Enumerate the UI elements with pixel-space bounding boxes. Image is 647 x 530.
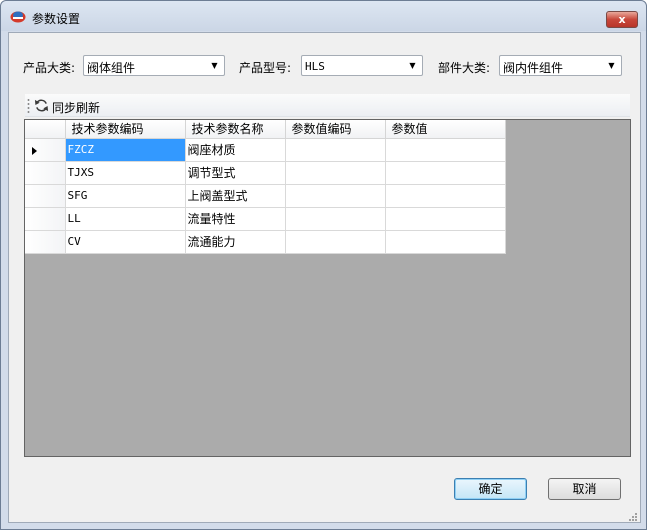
sync-refresh-button[interactable]: 同步刷新 xyxy=(34,96,106,115)
cell-value[interactable] xyxy=(385,184,506,208)
category-label: 产品大类: xyxy=(23,61,76,75)
cell-param-name[interactable]: 流通能力 xyxy=(185,230,286,254)
cell-value-code[interactable] xyxy=(285,184,386,208)
cell-value[interactable] xyxy=(385,138,506,162)
chevron-down-icon[interactable]: ▼ xyxy=(406,59,419,72)
parameter-grid[interactable]: 技术参数编码 技术参数名称 参数值编码 参数值 FZCZ 阀座材质 TJXS 调… xyxy=(24,119,631,457)
grid-corner-header[interactable] xyxy=(25,120,66,139)
model-select-value: HLS xyxy=(305,60,325,73)
cell-param-code[interactable]: FZCZ xyxy=(65,138,186,162)
table-row[interactable]: LL 流量特性 xyxy=(25,207,506,231)
title-bar[interactable]: 参数设置 x xyxy=(1,1,646,31)
app-logo-icon xyxy=(10,11,26,23)
table-header-row: 技术参数编码 技术参数名称 参数值编码 参数值 xyxy=(25,120,506,139)
current-row-arrow-icon xyxy=(32,146,37,155)
row-header[interactable] xyxy=(25,161,66,185)
cell-param-code[interactable]: TJXS xyxy=(65,161,186,185)
cell-param-name[interactable]: 阀座材质 xyxy=(185,138,286,162)
cell-value-code[interactable] xyxy=(285,138,386,162)
window-title: 参数设置 xyxy=(32,12,81,26)
table-row[interactable]: SFG 上阀盖型式 xyxy=(25,184,506,208)
dialog-client-area: 产品大类: 阀体组件 ▼ 产品型号: HLS ▼ 部件大类: 阀内件组件 ▼ 同… xyxy=(8,32,641,523)
cancel-button[interactable]: 取消 xyxy=(548,478,621,500)
close-button[interactable]: x xyxy=(606,11,638,28)
cell-param-code[interactable]: CV xyxy=(65,230,186,254)
cell-param-code[interactable]: LL xyxy=(65,207,186,231)
category-select-value: 阀体组件 xyxy=(87,61,136,75)
close-icon: x xyxy=(618,13,626,26)
cell-value[interactable] xyxy=(385,161,506,185)
cell-param-name[interactable]: 上阀盖型式 xyxy=(185,184,286,208)
toolstrip: 同步刷新 xyxy=(25,94,630,117)
resize-grip-icon[interactable] xyxy=(627,511,637,521)
chevron-down-icon[interactable]: ▼ xyxy=(208,59,221,72)
table-row[interactable]: CV 流通能力 xyxy=(25,230,506,254)
chevron-down-icon[interactable]: ▼ xyxy=(605,59,618,72)
parameter-table: 技术参数编码 技术参数名称 参数值编码 参数值 FZCZ 阀座材质 TJXS 调… xyxy=(25,120,506,254)
row-header[interactable] xyxy=(25,184,66,208)
cell-value-code[interactable] xyxy=(285,230,386,254)
column-header-param-code[interactable]: 技术参数编码 xyxy=(65,120,186,139)
table-row[interactable]: TJXS 调节型式 xyxy=(25,161,506,185)
refresh-icon xyxy=(34,99,49,112)
cell-param-code[interactable]: SFG xyxy=(65,184,186,208)
model-label: 产品型号: xyxy=(239,61,292,75)
part-label: 部件大类: xyxy=(438,61,491,75)
cell-value-code[interactable] xyxy=(285,161,386,185)
row-header-current[interactable] xyxy=(25,138,66,162)
toolstrip-grip-icon[interactable] xyxy=(27,98,30,113)
category-select[interactable]: 阀体组件 ▼ xyxy=(83,55,225,76)
cell-param-name[interactable]: 调节型式 xyxy=(185,161,286,185)
dialog-window: 参数设置 x 产品大类: 阀体组件 ▼ 产品型号: HLS ▼ 部件大类: 阀内… xyxy=(0,0,647,530)
column-header-value-code[interactable]: 参数值编码 xyxy=(285,120,386,139)
cell-value-code[interactable] xyxy=(285,207,386,231)
cell-value[interactable] xyxy=(385,207,506,231)
row-header[interactable] xyxy=(25,230,66,254)
cell-value[interactable] xyxy=(385,230,506,254)
part-select-value: 阀内件组件 xyxy=(503,61,564,75)
table-row[interactable]: FZCZ 阀座材质 xyxy=(25,138,506,162)
ok-button[interactable]: 确定 xyxy=(454,478,527,500)
cell-param-name[interactable]: 流量特性 xyxy=(185,207,286,231)
part-select[interactable]: 阀内件组件 ▼ xyxy=(499,55,622,76)
column-header-param-name[interactable]: 技术参数名称 xyxy=(185,120,286,139)
sync-refresh-label: 同步刷新 xyxy=(52,101,101,115)
row-header[interactable] xyxy=(25,207,66,231)
column-header-value[interactable]: 参数值 xyxy=(385,120,506,139)
model-select[interactable]: HLS ▼ xyxy=(301,55,423,76)
